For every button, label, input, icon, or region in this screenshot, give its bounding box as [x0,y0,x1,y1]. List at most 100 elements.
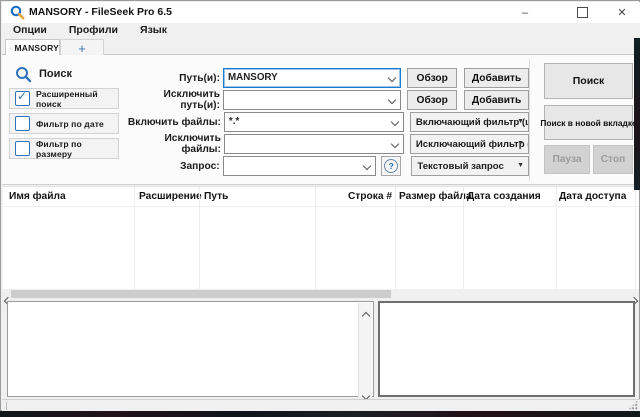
tab-icon [10,43,11,54]
col-header-filename[interactable]: Имя файла [9,191,66,202]
column-divider [635,187,636,290]
query-label: Запрос: [124,161,220,172]
column-divider [556,187,557,290]
sidebar-search-label: Поиск [39,68,72,80]
menu-profiles[interactable]: Профили [58,24,129,36]
tab-label: MANSORY [14,43,59,53]
menu-options[interactable]: Опции [2,24,58,36]
plus-icon: + [78,41,86,56]
chevron-down-icon[interactable] [388,74,396,82]
dropdown-arrow-icon: ▼ [517,162,524,169]
col-header-extension[interactable]: Расширение [139,191,202,202]
path-browse-button[interactable]: Обзор [407,68,457,88]
sidebar-search-header: Поиск [9,61,119,87]
scroll-up-icon[interactable] [363,306,369,324]
date-filter-checkbox[interactable]: ✓ [15,116,30,131]
advanced-search-option[interactable]: ✓ Расширенный поиск [9,88,119,109]
col-header-filesize[interactable]: Размер файла [399,191,461,202]
tab-bar: MANSORY + [2,36,640,55]
status-bar [2,399,640,411]
results-table: Имя файла Расширение Путь Строка # Разме… [3,186,639,289]
maximize-button[interactable] [562,2,602,23]
column-divider [199,187,200,290]
column-divider [134,187,135,290]
tab-mansory[interactable]: MANSORY [5,39,60,56]
column-divider [463,187,464,290]
close-icon: ✕ [617,6,626,19]
include-filter-select[interactable]: Включающий фильтр (шабл... ▼ [410,112,529,132]
minimize-button[interactable]: – [505,2,545,23]
desktop-background-strip [0,411,640,417]
exclude-filter-value: Исключающий фильтр (шаб... [416,139,529,150]
horizontal-scrollbar[interactable] [3,289,639,299]
size-filter-checkbox[interactable]: ✓ [15,141,30,156]
advanced-search-checkbox[interactable]: ✓ [15,91,30,106]
window-title: MANSORY - FileSeek Pro 6.5 [29,6,172,18]
stop-button: Стоп [593,145,633,174]
scroll-right-icon[interactable] [631,291,637,297]
help-icon: ? [384,159,398,173]
menu-bar: Опции Профили Язык [2,23,640,36]
include-files-input[interactable]: *.* [224,112,404,132]
exclude-files-input[interactable] [224,134,404,154]
screenshot-root: MANSORY - FileSeek Pro 6.5 – ✕ Опции Про… [0,0,640,417]
close-button[interactable]: ✕ [602,2,640,23]
exclude-files-row: Исключить файлы: Исключающий фильтр (шаб… [124,135,529,153]
dropdown-arrow-icon: ▼ [517,140,524,147]
minimize-icon: – [522,7,528,19]
app-logo-magnifier-icon [10,5,25,20]
query-row: Запрос: ? Текстовый запрос ▼ [124,157,529,175]
menu-language[interactable]: Язык [129,24,178,36]
exclude-path-row: Исключить путь(и): Обзор Добавить [124,91,529,109]
new-tab-button[interactable]: + [60,39,104,56]
chevron-down-icon[interactable] [391,118,399,126]
vertical-scrollbar[interactable] [358,303,372,397]
col-header-accessed[interactable]: Дата доступа [559,191,626,202]
exclude-path-add-button[interactable]: Добавить [464,90,529,110]
resize-grip-icon[interactable] [628,400,638,410]
date-filter-option[interactable]: ✓ Фильтр по дате [9,113,119,134]
search-panel: Поиск ✓ Расширенный поиск ✓ Фильтр по да… [2,55,640,185]
include-files-row: Включить файлы: *.* Включающий фильтр (ш… [124,113,529,131]
exclude-path-input[interactable] [223,90,401,110]
title-bar: MANSORY - FileSeek Pro 6.5 – ✕ [2,2,640,23]
path-row: Путь(и): MANSORY Обзор Добавить [124,69,529,87]
col-header-created[interactable]: Дата создания [467,191,541,202]
chevron-down-icon[interactable] [391,140,399,148]
query-type-value: Текстовый запрос [417,161,504,172]
path-add-button[interactable]: Добавить [464,68,529,88]
col-header-path[interactable]: Путь [204,191,228,202]
search-button[interactable]: Поиск [544,63,633,99]
path-input[interactable]: MANSORY [223,68,401,88]
size-filter-option[interactable]: ✓ Фильтр по размеру [9,138,119,159]
desktop-background-sliver [634,38,640,190]
query-help-button[interactable]: ? [381,156,401,176]
chevron-down-icon[interactable] [363,162,371,170]
date-filter-label: Фильтр по дате [36,119,104,129]
preview-pane-left[interactable] [7,301,374,397]
include-files-label: Включить файлы: [124,117,221,128]
query-input[interactable] [223,156,376,176]
header-divider [3,206,639,207]
exclude-path-label: Исключить путь(и): [124,89,220,111]
chevron-down-icon[interactable] [388,96,396,104]
search-icon [15,66,32,83]
maximize-icon [577,7,588,18]
preview-pane-right[interactable] [378,301,635,397]
advanced-search-label: Расширенный поиск [36,89,118,109]
column-divider [315,187,316,290]
col-header-line[interactable]: Строка # [318,191,392,202]
include-filter-value: Включающий фильтр (шабл... [416,117,529,128]
query-type-select[interactable]: Текстовый запрос ▼ [411,156,529,176]
exclude-path-browse-button[interactable]: Обзор [407,90,457,110]
exclude-files-label: Исключить файлы: [124,133,221,155]
pause-button: Пауза [544,145,590,174]
form-divider [529,59,530,181]
horizontal-scroll-thumb[interactable] [11,290,391,298]
check-icon: ✓ [17,89,27,103]
status-divider [6,402,7,410]
size-filter-label: Фильтр по размеру [36,139,118,159]
path-value: MANSORY [228,72,278,83]
exclude-filter-select[interactable]: Исключающий фильтр (шаб... ▼ [410,134,529,154]
search-new-tab-button[interactable]: Поиск в новой вкладке [544,105,633,140]
